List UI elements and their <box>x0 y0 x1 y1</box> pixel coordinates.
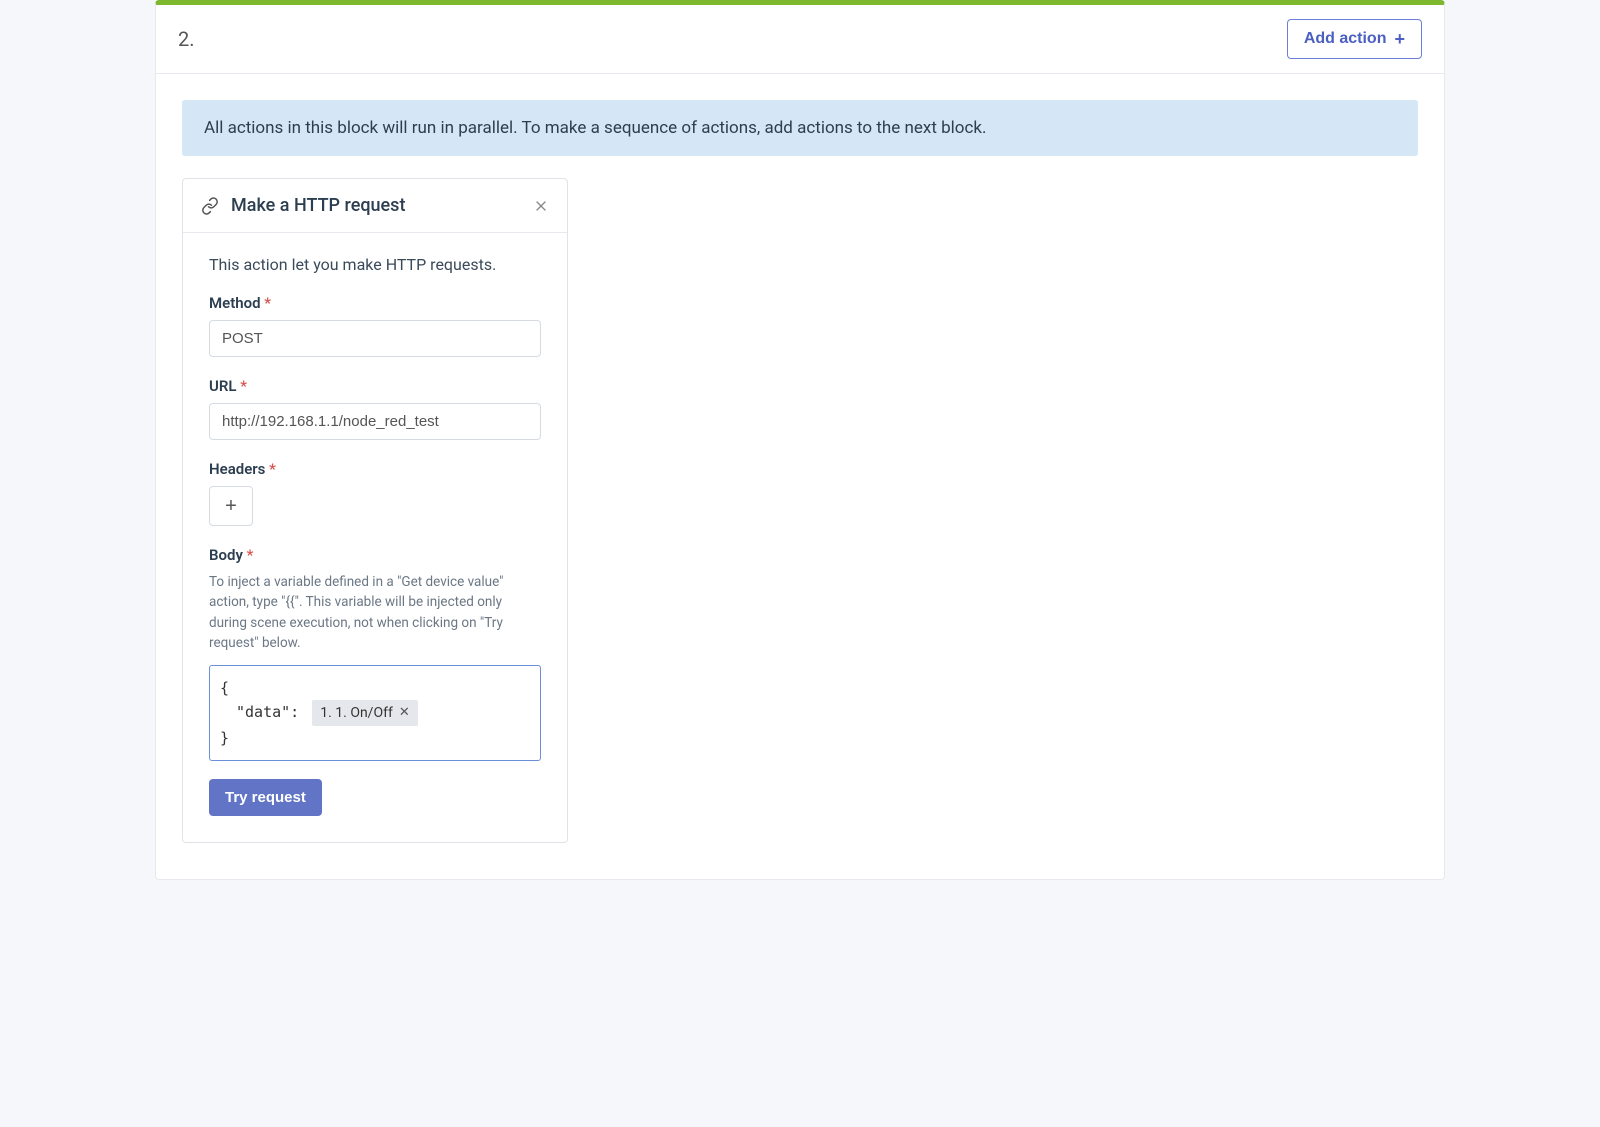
block-number: 2. <box>178 27 195 51</box>
plus-icon: + <box>225 495 237 518</box>
url-group: URL * <box>209 377 541 440</box>
required-marker: * <box>247 546 254 564</box>
action-description: This action let you make HTTP requests. <box>209 255 541 274</box>
body-line-open: { <box>220 676 530 700</box>
add-header-button[interactable]: + <box>209 486 253 526</box>
method-input[interactable] <box>209 320 541 357</box>
body-label: Body * <box>209 546 541 564</box>
variable-chip-label: 1. 1. On/Off <box>320 702 393 724</box>
body-group: Body * To inject a variable defined in a… <box>209 546 541 761</box>
card-body: This action let you make HTTP requests. … <box>183 233 567 842</box>
plus-icon: + <box>1394 30 1405 48</box>
block-header: 2. Add action + <box>156 5 1444 74</box>
required-marker: * <box>264 294 271 312</box>
body-help-text: To inject a variable defined in a "Get d… <box>209 572 541 653</box>
block-body: All actions in this block will run in pa… <box>156 74 1444 879</box>
body-line-data: "data": 1. 1. On/Off ✕ <box>220 700 530 726</box>
required-marker: * <box>240 377 247 395</box>
add-action-button[interactable]: Add action + <box>1287 19 1422 59</box>
chip-remove-icon[interactable]: ✕ <box>399 703 410 724</box>
headers-label: Headers * <box>209 460 541 478</box>
variable-chip[interactable]: 1. 1. On/Off ✕ <box>312 700 417 726</box>
url-input[interactable] <box>209 403 541 440</box>
url-label: URL * <box>209 377 541 395</box>
headers-group: Headers * + <box>209 460 541 526</box>
try-request-button[interactable]: Try request <box>209 779 322 816</box>
link-icon <box>201 197 219 215</box>
action-block: 2. Add action + All actions in this bloc… <box>155 0 1445 880</box>
card-header: Make a HTTP request <box>183 179 567 233</box>
card-title: Make a HTTP request <box>231 195 405 216</box>
body-data-key: "data": <box>236 703 299 721</box>
required-marker: * <box>269 460 276 478</box>
add-action-label: Add action <box>1304 30 1387 48</box>
method-group: Method * <box>209 294 541 357</box>
close-icon[interactable] <box>533 198 549 214</box>
body-line-close: } <box>220 726 530 750</box>
method-label: Method * <box>209 294 541 312</box>
card-title-wrap: Make a HTTP request <box>201 195 405 216</box>
body-editor[interactable]: { "data": 1. 1. On/Off ✕ } <box>209 665 541 761</box>
http-request-card: Make a HTTP request This action let you … <box>182 178 568 843</box>
info-banner: All actions in this block will run in pa… <box>182 100 1418 156</box>
